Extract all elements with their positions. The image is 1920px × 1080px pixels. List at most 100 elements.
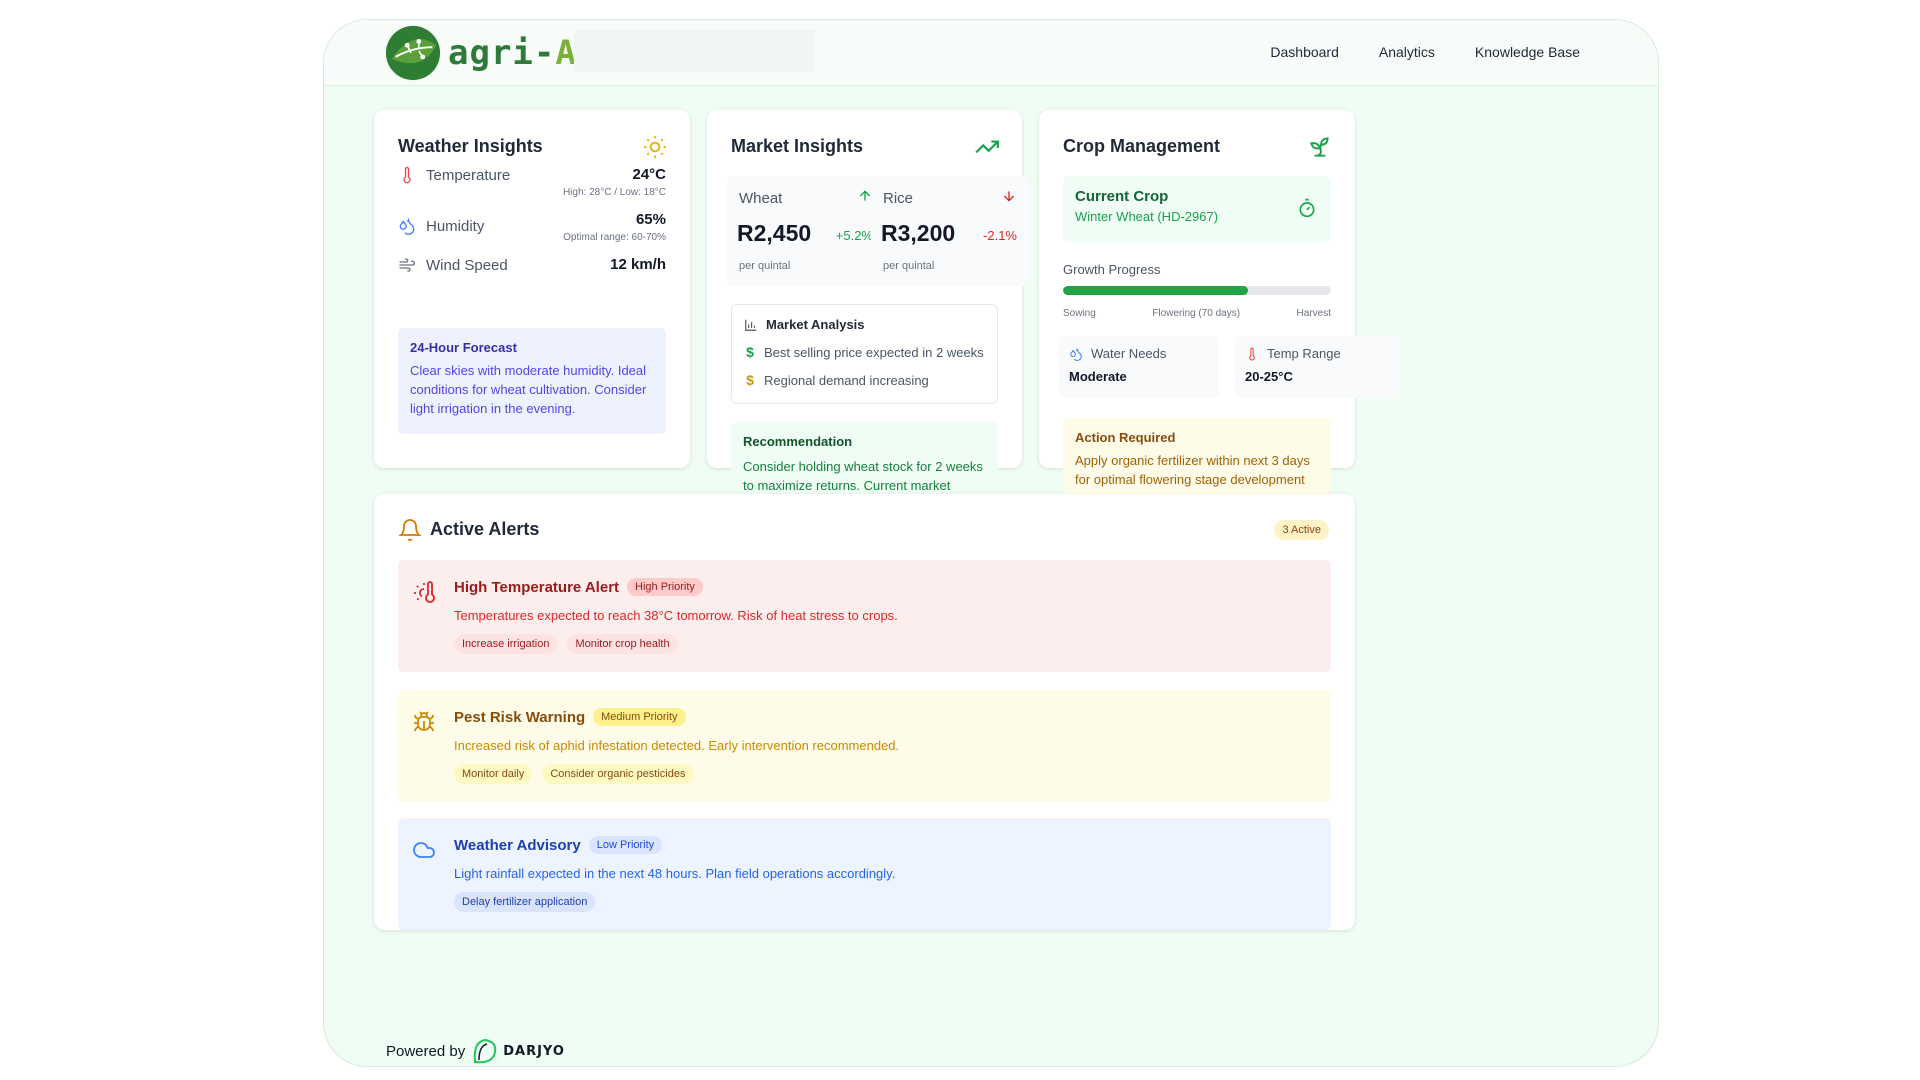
action-tag[interactable]: Monitor daily	[454, 764, 533, 784]
humidity-row: Humidity 65% Optimal range: 60-70%	[398, 211, 666, 243]
alert-high-temperature[interactable]: High Temperature Alert High Priority Tem…	[398, 560, 1331, 672]
rice-change: -2.1%	[983, 228, 1017, 243]
rice-price-box: Rice R3,200 -2.1% per quintal	[871, 176, 1029, 286]
droplets-icon	[1070, 347, 1082, 361]
logo[interactable]: agri-AI	[384, 24, 598, 82]
growth-stages: Sowing Flowering (70 days) Harvest	[1063, 308, 1331, 319]
temp-range-label: Temp Range	[1267, 346, 1341, 361]
recommendation-title: Recommendation	[743, 434, 853, 449]
growth-progress-fill	[1063, 286, 1248, 295]
sprout-icon	[1310, 137, 1329, 157]
forecast-title: 24-Hour Forecast	[410, 340, 517, 355]
alert-title: Pest Risk Warning	[454, 708, 586, 726]
action-tag[interactable]: Monitor crop health	[567, 634, 678, 654]
darjyo-logo-icon	[473, 1038, 497, 1064]
footer: Powered by DARJYO	[386, 1036, 565, 1066]
forecast-panel: 24-Hour Forecast Clear skies with modera…	[398, 328, 666, 434]
weather-insights-card: Weather Insights Temperature 24°C High: …	[374, 110, 690, 468]
humidity-value: 65%	[635, 211, 666, 228]
analysis-item: $ Best selling price expected in 2 weeks	[744, 344, 985, 360]
priority-badge: High Priority	[627, 578, 703, 596]
water-needs-box: Water Needs Moderate	[1059, 336, 1219, 398]
alerts-title: Active Alerts	[430, 519, 540, 539]
action-tag[interactable]: Delay fertilizer application	[454, 892, 596, 912]
action-required-panel: Action Required Apply organic fertilizer…	[1063, 418, 1331, 502]
app-frame: agri-AI Dashboard Analytics Knowledge Ba…	[323, 19, 1659, 1067]
nav-knowledge-base[interactable]: Knowledge Base	[1475, 44, 1580, 60]
wind-icon	[399, 258, 416, 272]
stage-flowering: Flowering (70 days)	[1152, 308, 1241, 319]
wheat-price: R2,450	[737, 220, 812, 246]
arrow-down-icon	[1003, 191, 1015, 202]
top-bar: agri-AI Dashboard Analytics Knowledge Ba…	[324, 20, 1658, 86]
bar-chart-icon	[745, 319, 757, 331]
card-title: Crop Management	[1063, 136, 1221, 156]
wheat-change: +5.2%	[835, 228, 873, 243]
growth-progress-label: Growth Progress	[1063, 262, 1161, 277]
bell-icon	[398, 519, 422, 541]
rice-price: R3,200	[881, 220, 956, 246]
water-needs-label: Water Needs	[1091, 346, 1167, 361]
rice-unit: per quintal	[883, 260, 935, 272]
wheat-name: Wheat	[739, 190, 783, 207]
humidity-label: Humidity	[426, 217, 485, 235]
action-required-text: Apply organic fertilizer within next 3 d…	[1075, 453, 1310, 487]
water-needs-value: Moderate	[1069, 369, 1127, 384]
stage-sowing: Sowing	[1063, 308, 1096, 319]
wind-label: Wind Speed	[426, 256, 508, 274]
sun-icon	[644, 136, 666, 158]
temp-range-value: 20-25°C	[1245, 369, 1293, 384]
main-nav: Dashboard Analytics Knowledge Base	[1270, 44, 1580, 60]
alert-title: High Temperature Alert	[454, 578, 620, 596]
wind-value: 12 km/h	[610, 256, 666, 273]
card-title: Weather Insights	[398, 136, 543, 156]
active-alerts-card: Active Alerts 3 Active High Temperature …	[374, 494, 1355, 930]
leaf-circuit-logo-icon	[385, 25, 441, 81]
bug-icon	[414, 711, 434, 732]
rice-name: Rice	[883, 190, 914, 207]
droplets-icon	[399, 217, 415, 235]
priority-badge: Low Priority	[588, 836, 663, 854]
humidity-optimal-range: Optimal range: 60-70%	[563, 232, 666, 243]
crop-management-card: Crop Management Current Crop Winter Whea…	[1039, 110, 1399, 502]
temperature-value: 24°C	[632, 166, 666, 183]
cloud-icon	[413, 842, 435, 858]
growth-progress-bar	[1063, 286, 1331, 295]
wheat-price-box: Wheat R2,450 +5.2% per quintal	[727, 176, 885, 286]
nav-analytics[interactable]: Analytics	[1379, 44, 1435, 60]
brand-name[interactable]: DARJYO	[503, 1044, 565, 1059]
powered-by-label: Powered by	[386, 1042, 466, 1060]
analysis-item: $ Regional demand increasing	[744, 372, 985, 388]
alert-weather-advisory[interactable]: Weather Advisory Low Priority Light rain…	[398, 818, 1331, 930]
market-analysis-title: Market Analysis	[766, 317, 865, 332]
alert-title: Weather Advisory	[454, 836, 581, 854]
temperature-label: Temperature	[426, 166, 511, 184]
alert-description: Light rainfall expected in the next 48 h…	[454, 866, 896, 881]
thermometer-icon	[1249, 347, 1255, 360]
thermometer-sun-icon	[414, 581, 435, 603]
active-count-badge: 3 Active	[1274, 520, 1329, 540]
header-background-panel	[574, 30, 814, 72]
nav-dashboard[interactable]: Dashboard	[1270, 44, 1339, 60]
card-title: Market Insights	[731, 136, 864, 156]
forecast-text: Clear skies with moderate humidity. Idea…	[410, 363, 647, 416]
timer-icon	[1299, 198, 1315, 218]
current-crop-value: Winter Wheat (HD-2967)	[1075, 209, 1219, 224]
dollar-icon: $	[746, 344, 754, 360]
action-tag[interactable]: Increase irrigation	[454, 634, 558, 654]
temperature-row: Temperature 24°C High: 28°C / Low: 18°C	[398, 166, 666, 198]
trending-up-icon	[975, 140, 999, 154]
alert-pest-risk[interactable]: Pest Risk Warning Medium Priority Increa…	[398, 690, 1331, 802]
action-tag[interactable]: Consider organic pesticides	[542, 764, 694, 784]
wheat-unit: per quintal	[739, 260, 791, 272]
temperature-range: High: 28°C / Low: 18°C	[562, 187, 666, 198]
market-analysis-panel: Market Analysis $ Best selling price expe…	[731, 304, 998, 404]
current-crop-panel: Current Crop Winter Wheat (HD-2967)	[1063, 176, 1331, 242]
alert-description: Increased risk of aphid infestation dete…	[454, 738, 900, 753]
alert-description: Temperatures expected to reach 38°C tomo…	[454, 608, 898, 623]
temp-range-box: Temp Range 20-25°C	[1235, 336, 1399, 398]
market-insights-card: Market Insights Wheat R2,450 +5.2% per q…	[707, 110, 1029, 528]
dollar-icon: $	[746, 372, 754, 388]
current-crop-title: Current Crop	[1075, 188, 1169, 205]
stage-harvest: Harvest	[1296, 308, 1331, 319]
